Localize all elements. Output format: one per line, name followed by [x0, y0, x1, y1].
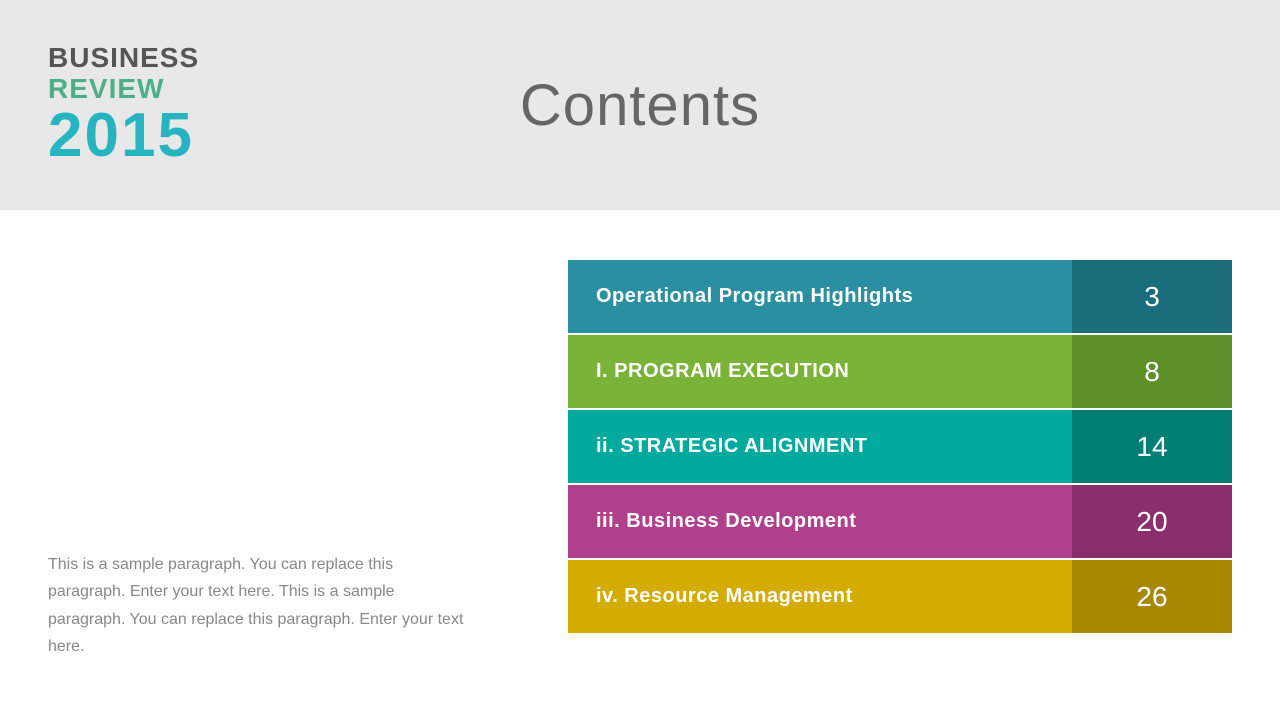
logo-year: 2015 — [48, 105, 199, 167]
row-number-3: 20 — [1072, 485, 1232, 558]
row-number-4: 26 — [1072, 560, 1232, 633]
row-number-2: 14 — [1072, 410, 1232, 483]
page-title: Contents — [520, 72, 760, 139]
row-number-0: 3 — [1072, 260, 1232, 333]
table-row: I. PROGRAM EXECUTION8 — [568, 335, 1232, 408]
row-label-4: iv. Resource Management — [568, 560, 1072, 633]
table-row: iii. Business Development20 — [568, 485, 1232, 558]
sample-paragraph: This is a sample paragraph. You can repl… — [48, 551, 468, 660]
contents-table: Operational Program Highlights3I. PROGRA… — [568, 250, 1232, 633]
table-row: iv. Resource Management26 — [568, 560, 1232, 633]
logo-business: BUSINESS — [48, 43, 199, 74]
row-label-0: Operational Program Highlights — [568, 260, 1072, 333]
row-label-1: I. PROGRAM EXECUTION — [568, 335, 1072, 408]
row-label-3: iii. Business Development — [568, 485, 1072, 558]
table-row: ii. STRATEGIC ALIGNMENT14 — [568, 410, 1232, 483]
row-label-2: ii. STRATEGIC ALIGNMENT — [568, 410, 1072, 483]
row-number-1: 8 — [1072, 335, 1232, 408]
left-panel: This is a sample paragraph. You can repl… — [48, 250, 568, 680]
page-header: BUSINESS REVIEW 2015 Contents — [0, 0, 1280, 210]
logo-block: BUSINESS REVIEW 2015 — [48, 43, 199, 167]
main-content: This is a sample paragraph. You can repl… — [0, 210, 1280, 720]
table-row: Operational Program Highlights3 — [568, 260, 1232, 333]
